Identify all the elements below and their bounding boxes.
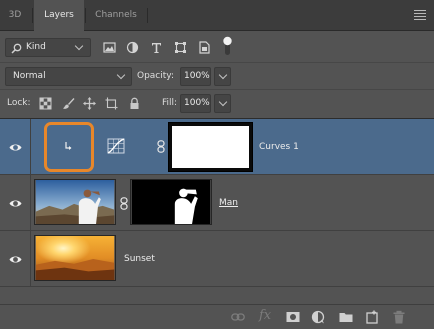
adjustment-filter-icon[interactable] [126,41,139,54]
clipping-arrow-icon [65,142,72,150]
mask-link-icon[interactable] [120,197,128,210]
visibility-cell [0,119,31,174]
layer-row-curves-1[interactable]: Curves 1 [0,119,434,175]
shape-filter-icon[interactable] [174,41,187,54]
new-adjustment-icon[interactable] [311,310,325,324]
layers-panel: 3D Layers Channels Kind Normal Opacity: … [0,0,434,329]
eye-icon[interactable] [9,197,22,210]
type-filter-icon[interactable] [150,41,163,54]
tab-divider [147,8,148,23]
lock-row: Lock: Fill: 100% [0,89,434,117]
layer-filter-row: Kind [0,32,434,62]
lock-all-icon[interactable] [128,97,141,110]
chevron-down-icon [218,97,228,107]
layers-list: Curves 1 Man Sunset [0,118,434,304]
tab-divider [32,8,33,23]
opacity-input[interactable]: 100% [180,67,211,86]
layer-name[interactable]: Sunset [124,254,155,264]
layer-name[interactable]: Curves 1 [259,142,299,152]
panel-menu-icon[interactable] [414,10,426,20]
tab-3d[interactable]: 3D [0,0,30,31]
layer-mask-thumbnail[interactable] [168,122,253,172]
fill-value: 100% [184,98,210,108]
lock-image-pixels-icon[interactable] [62,97,75,110]
layer-row-man[interactable]: Man [0,175,434,231]
tab-channels[interactable]: Channels [86,0,146,31]
opacity-value: 100% [184,71,210,81]
eye-icon[interactable] [9,141,22,154]
opacity-label: Opacity: [137,71,174,81]
chevron-down-icon [74,41,84,51]
fill-dropdown-button[interactable] [214,94,231,113]
layer-name[interactable]: Man [219,198,238,208]
layer-row-sunset[interactable]: Sunset [0,231,434,287]
filter-toggle-icon[interactable] [222,36,233,56]
curves-adjustment-icon [107,138,125,154]
delete-icon[interactable] [392,310,406,324]
tab-layers[interactable]: Layers [34,0,84,32]
blend-mode-select[interactable]: Normal [5,67,132,86]
add-mask-icon[interactable] [286,310,300,324]
prevent-autonest-icon[interactable] [105,97,118,110]
eye-icon[interactable] [9,253,22,266]
smart-object-filter-icon[interactable] [198,41,211,54]
layers-bottom-toolbar: fx [0,304,434,329]
blend-mode-value: Normal [13,71,46,81]
visibility-cell [0,231,31,286]
chevron-down-icon [218,70,228,80]
pixel-filter-icon[interactable] [103,41,116,54]
opacity-dropdown-button[interactable] [214,67,231,86]
chevron-down-icon [116,70,126,80]
lock-label: Lock: [7,98,31,108]
panel-tab-bar: 3D Layers Channels [0,0,434,32]
lock-position-icon[interactable] [83,97,96,110]
fill-label: Fill: [162,98,178,108]
fx-icon[interactable]: fx [259,308,271,323]
blend-mode-row: Normal Opacity: 100% [0,62,434,88]
mask-white-fill [172,126,249,168]
new-layer-icon[interactable] [366,310,380,324]
visibility-cell [0,175,31,230]
sunset-image-thumbnail[interactable] [34,235,116,281]
fill-input[interactable]: 100% [180,94,211,113]
man-mask-thumbnail[interactable] [130,179,212,225]
lock-transparent-pixels-icon[interactable] [39,97,52,110]
mask-link-icon[interactable] [157,140,165,153]
man-image-thumbnail[interactable] [34,179,116,225]
link-layers-icon[interactable] [231,310,245,324]
search-icon [11,43,22,54]
new-group-icon[interactable] [339,310,353,324]
filter-kind-select[interactable]: Kind [5,38,91,57]
filter-kind-label: Kind [26,42,46,52]
